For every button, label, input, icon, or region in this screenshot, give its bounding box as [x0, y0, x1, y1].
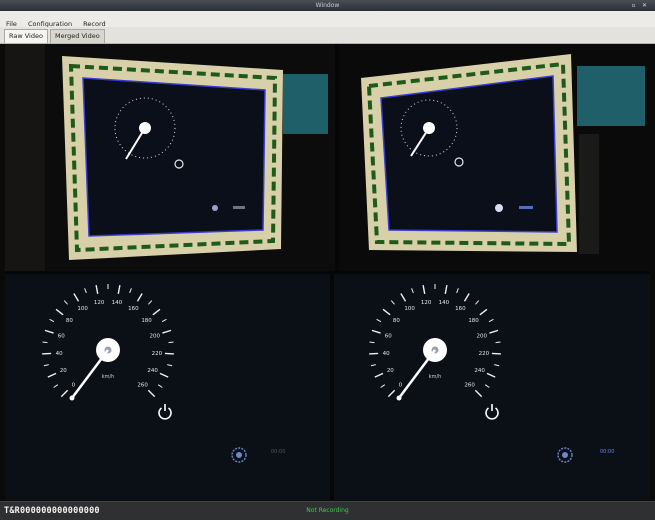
dashboard-readout-left: 00:00 [271, 449, 286, 455]
gauge-scale-label: 260 [137, 383, 148, 389]
restore-icon[interactable]: ▫ [630, 2, 637, 9]
gauge-scale-label: 240 [474, 368, 485, 374]
menu-bar: File Configuration Record [0, 11, 655, 28]
gauge-scale-label: 180 [468, 318, 479, 324]
gauge-scale-label: 80 [393, 318, 400, 324]
app-window: Window ▫ ✕ File Configuration Record Raw… [0, 0, 655, 520]
close-icon[interactable]: ✕ [641, 2, 648, 9]
gauge-unit: km/h [102, 374, 115, 380]
gauge-tick [42, 341, 48, 344]
gauge-scale-label: 140 [439, 300, 450, 306]
gauge-tick [495, 341, 501, 344]
gauge-tick [42, 352, 52, 355]
gauge-scale-label: 180 [141, 318, 152, 324]
gauge-scale-label: 120 [94, 300, 105, 306]
gauge-scale-label: 40 [383, 351, 390, 357]
raw-camera-right [339, 44, 650, 271]
recording-status: Not Recording [306, 507, 349, 514]
rectified-dashboard-left: 0 20 40 60 80 100 120 140 160 180 200 220 240 260 km/h… [5, 274, 330, 500]
gauge-scale-label: 240 [147, 368, 158, 374]
gauge-scale-label: 0 [399, 383, 403, 389]
title-bar: Window ▫ ✕ [0, 0, 655, 11]
window-title: Window [315, 2, 340, 9]
gauge-scale-label: 20 [387, 368, 394, 374]
dashboard-readout-right: 00:00 [600, 449, 615, 455]
gauge-scale-label: 100 [404, 306, 415, 312]
gauge-scale-label: 120 [421, 300, 432, 306]
gauge-scale-label: 20 [60, 368, 67, 374]
gauge-scale-label: 60 [385, 333, 392, 339]
gauge-scale-label: 40 [56, 351, 63, 357]
gauge-unit: km/h [429, 374, 442, 380]
gauge-scale-label: 220 [152, 351, 163, 357]
gauge-scale-label: 0 [72, 383, 76, 389]
tab-bar: Raw Video Merged Video [0, 27, 655, 44]
gauge-tick [168, 341, 174, 344]
gauge-scale-label: 140 [112, 300, 123, 306]
rectified-dashboard-right: 0 20 40 60 80 100 120 140 160 180 200 220 240 260 km/h… [334, 274, 650, 500]
gauge-tick [491, 352, 501, 355]
gauge-scale-label: 100 [77, 306, 88, 312]
gauge-tick [369, 341, 375, 344]
tab-raw-video[interactable]: Raw Video [4, 29, 48, 43]
speedometer-right: 0 20 40 60 80 100 120 140 160180 200 220 240 260 km/h [334, 274, 650, 500]
gauge-scale-label: 160 [128, 306, 139, 312]
gauge-scale-label: 60 [58, 333, 65, 339]
gauge-tick [164, 352, 174, 355]
video-area: 0 20 40 60 80 100 120 140 160 180 200 220 240 260 km/h… [5, 44, 650, 500]
gauge-scale-label: 260 [464, 383, 475, 389]
gauge-scale-label: 80 [66, 318, 73, 324]
gauge-tick [369, 352, 379, 355]
gauge-scale-label: 200 [477, 333, 488, 339]
speedometer-left: 0 20 40 60 80 100 120 140 160180 200 220 240 260 km/h [5, 274, 330, 500]
tab-merged-video[interactable]: Merged Video [50, 29, 105, 43]
status-bar: T&R000000000000000 Not Recording [0, 501, 655, 520]
gauge-scale-label: 220 [479, 351, 490, 357]
gauge-scale-label: 160 [455, 306, 466, 312]
raw-camera-left [5, 44, 335, 271]
gauge-scale-label: 200 [150, 333, 161, 339]
